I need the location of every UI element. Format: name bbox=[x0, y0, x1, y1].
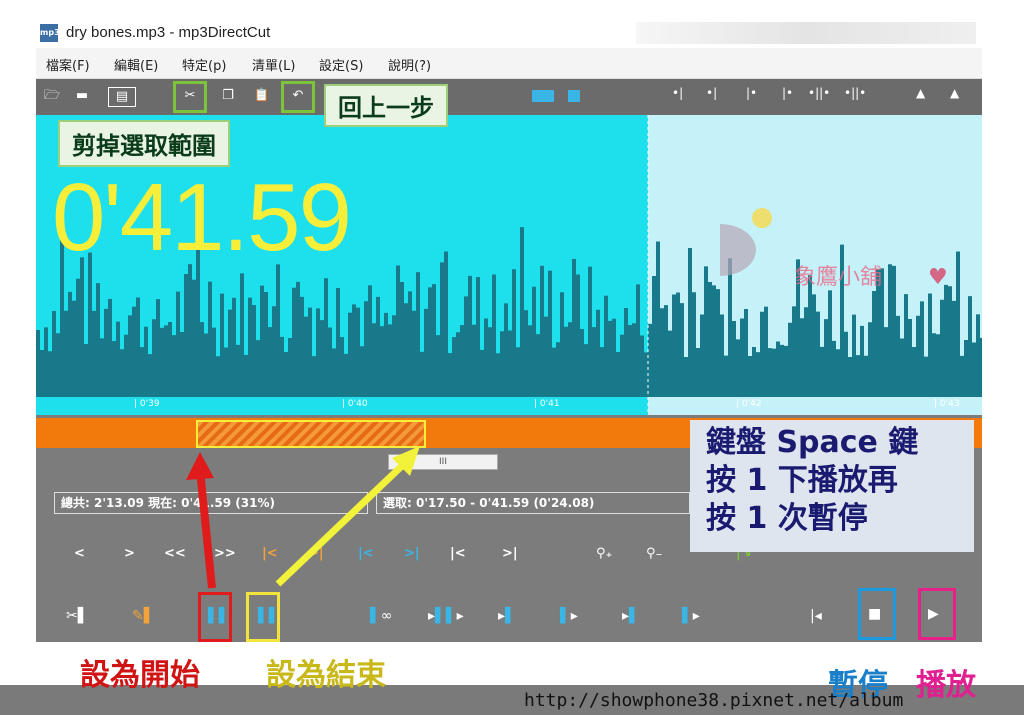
footer-url[interactable]: http://showphone38.pixnet.net/album bbox=[524, 690, 903, 711]
annotation-arrows bbox=[186, 446, 420, 589]
label-set-end: 設為結束 bbox=[266, 658, 386, 693]
label-set-start: 設為開始 bbox=[80, 658, 200, 693]
label-play: 播放 bbox=[916, 668, 976, 703]
